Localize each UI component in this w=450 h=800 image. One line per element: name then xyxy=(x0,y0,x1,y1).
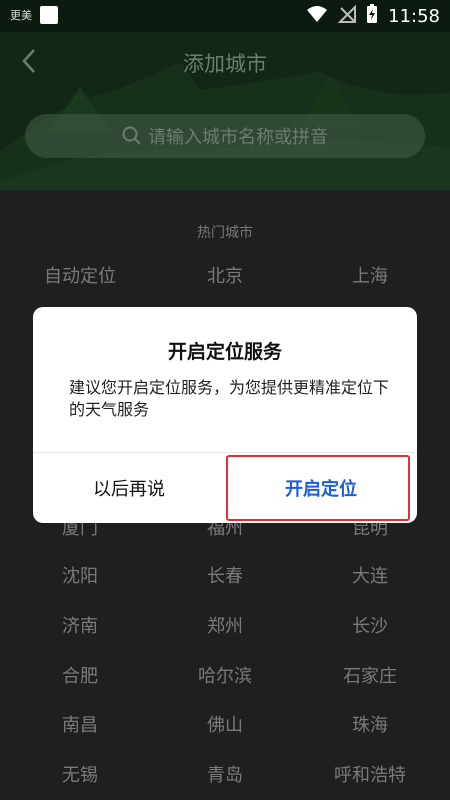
highlight-box xyxy=(226,455,410,521)
city-item[interactable]: 大连 xyxy=(295,562,445,588)
later-button[interactable]: 以后再说 xyxy=(33,453,225,523)
clock-time: 11:58 xyxy=(388,5,440,27)
notification-icon xyxy=(40,6,58,24)
city-item[interactable]: 珠海 xyxy=(295,711,445,737)
wifi-icon xyxy=(306,5,328,27)
no-signal-icon xyxy=(337,4,357,27)
city-item[interactable]: 沈阳 xyxy=(5,562,155,588)
city-item[interactable]: 郑州 xyxy=(150,612,300,638)
city-item[interactable]: 佛山 xyxy=(150,711,300,737)
dialog-title: 开启定位服务 xyxy=(167,341,282,363)
city-item[interactable]: 石家庄 xyxy=(295,662,445,688)
search-placeholder: 请输入城市名称或拼音 xyxy=(148,127,328,148)
city-item[interactable]: 合肥 xyxy=(5,662,155,688)
status-bar: 更美 11:58 xyxy=(0,0,450,32)
city-item[interactable]: 无锡 xyxy=(5,761,155,787)
city-item[interactable]: 长沙 xyxy=(295,612,445,638)
page-title: 添加城市 xyxy=(183,52,267,76)
search-icon xyxy=(122,126,141,145)
status-left: 更美 xyxy=(10,6,58,24)
city-item[interactable]: 济南 xyxy=(5,612,155,638)
battery-charging-icon xyxy=(366,4,378,28)
city-item[interactable]: 长春 xyxy=(150,562,300,588)
status-right: 11:58 xyxy=(306,4,440,28)
dialog-message: 建议您开启定位服务，为您提供更精准定位下的天气服务 xyxy=(69,378,390,419)
hot-cities-title: 热门城市 xyxy=(197,225,253,241)
city-item[interactable]: 北京 xyxy=(150,262,300,288)
city-item[interactable]: 自动定位 xyxy=(5,262,155,288)
city-item[interactable]: 呼和浩特 xyxy=(295,761,445,787)
status-app-label: 更美 xyxy=(10,9,32,22)
header: 添加城市 请输入城市名称或拼音 xyxy=(0,32,450,190)
city-item[interactable]: 哈尔滨 xyxy=(150,662,300,688)
search-input[interactable]: 请输入城市名称或拼音 xyxy=(25,114,425,158)
city-item[interactable]: 青岛 xyxy=(150,761,300,787)
city-item[interactable]: 上海 xyxy=(295,262,445,288)
city-item[interactable]: 南昌 xyxy=(5,711,155,737)
